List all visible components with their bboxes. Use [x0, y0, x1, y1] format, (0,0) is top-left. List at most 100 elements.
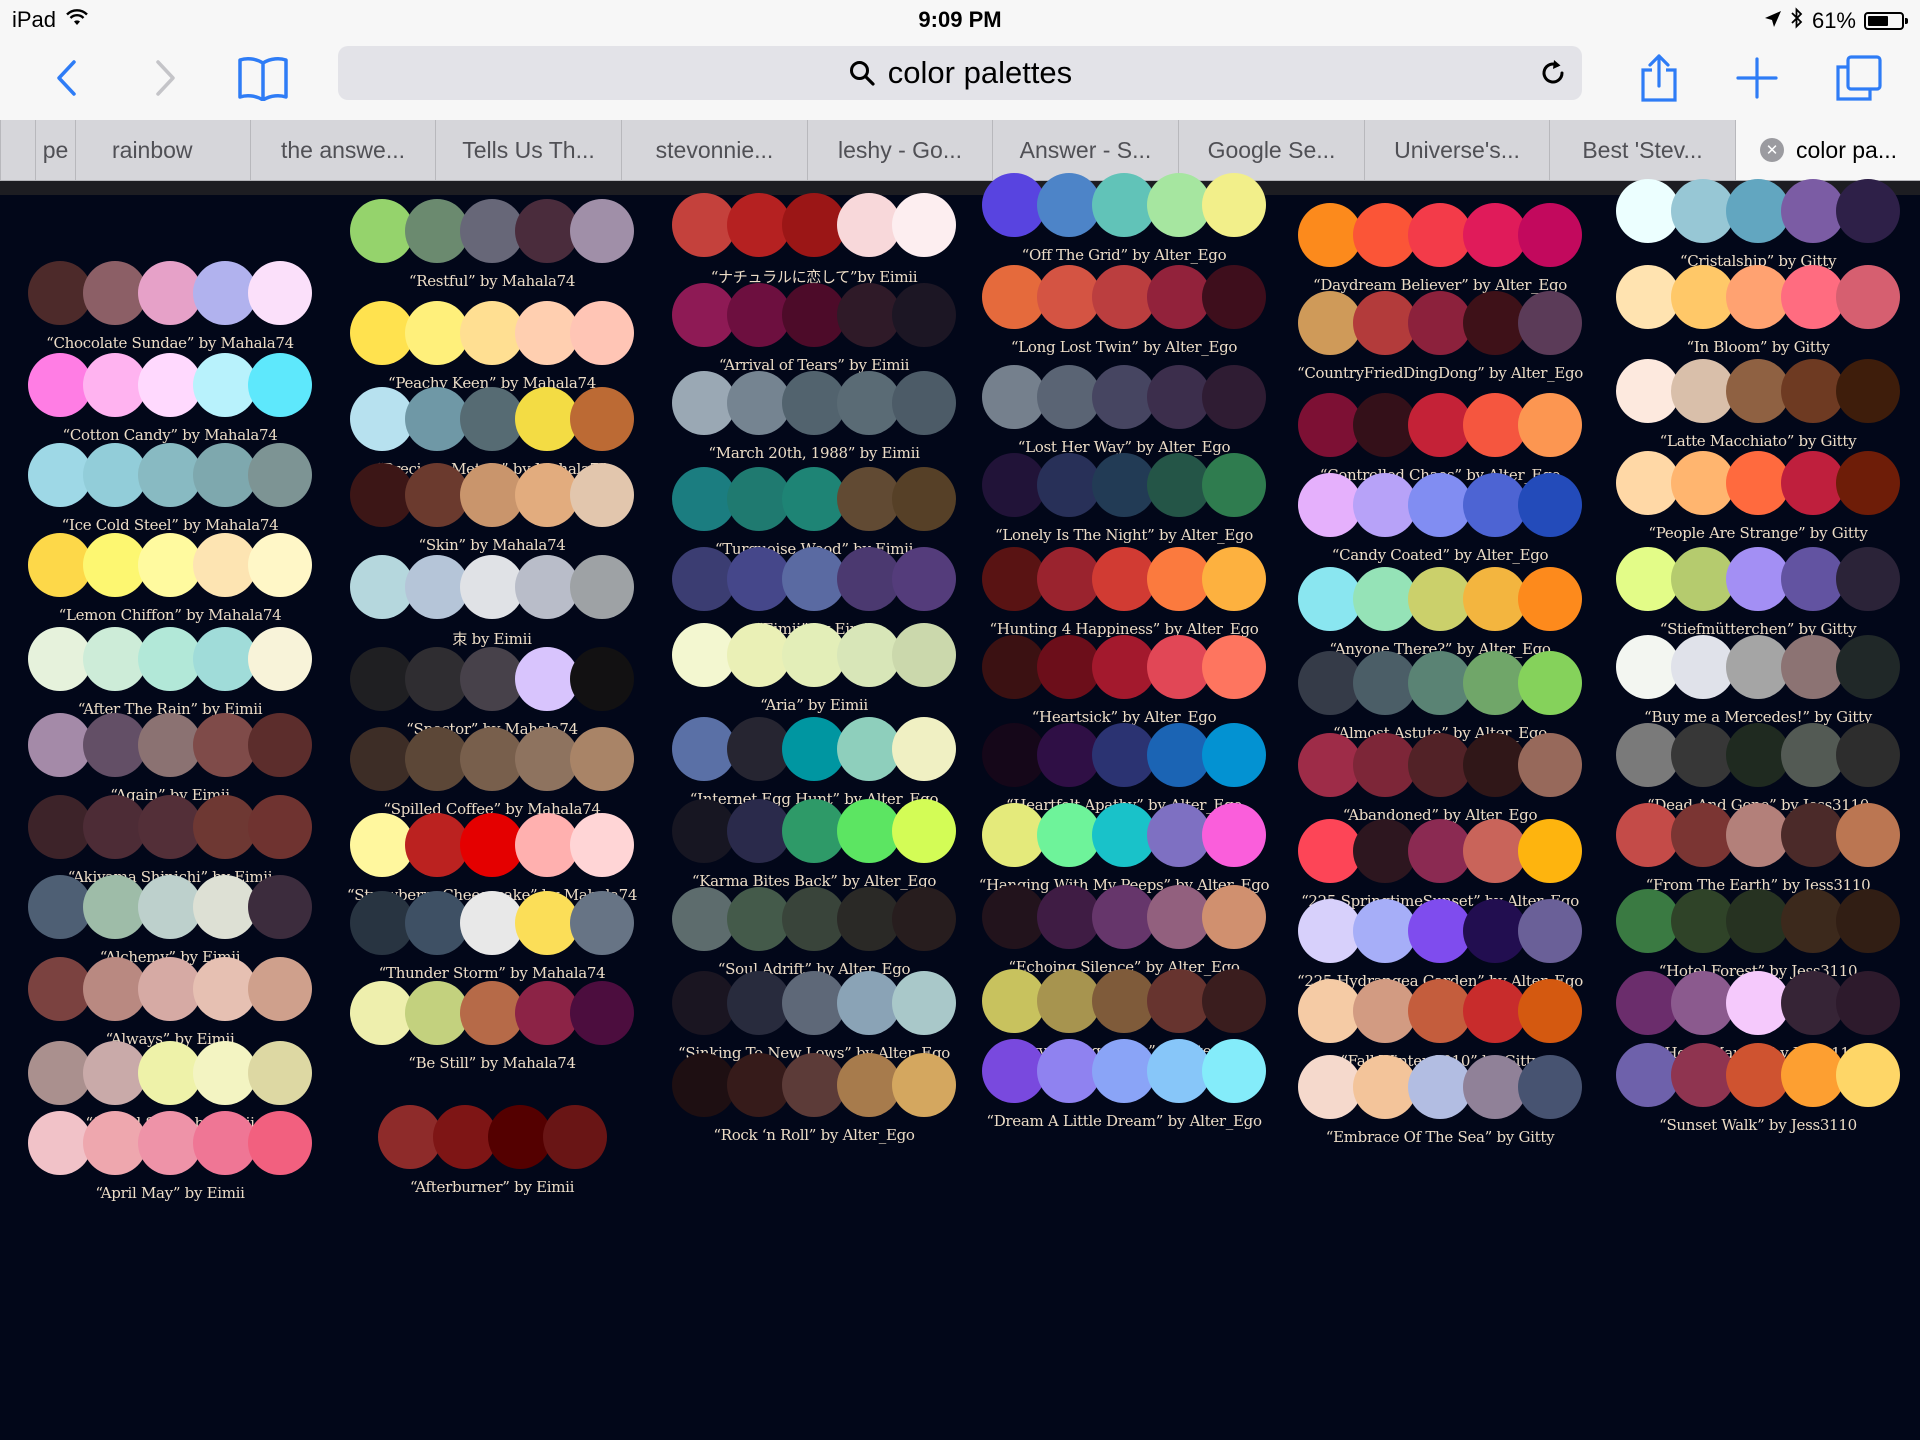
palette-name: “Rock ‘n Roll” by Alter_Ego — [713, 1126, 915, 1144]
palette-name: “CountryFriedDingDong” by Alter_Ego — [1297, 364, 1583, 382]
palette-card: “Echoing Silence” by Alter_Ego — [982, 885, 1266, 981]
swatch-row — [28, 353, 312, 417]
close-tab-icon[interactable]: ✕ — [1760, 138, 1784, 162]
color-swatch — [1518, 1055, 1582, 1119]
swatch-row — [982, 265, 1266, 329]
bookmarks-button[interactable] — [236, 50, 290, 106]
palette-card: “In Bloom” by Gitty — [1616, 265, 1900, 361]
color-swatch — [248, 713, 312, 777]
tab-title: leshy - Go... — [838, 136, 962, 163]
color-swatch — [248, 533, 312, 597]
color-swatch — [432, 1105, 497, 1169]
address-bar[interactable]: color palettes — [338, 46, 1582, 100]
swatch-row — [1298, 473, 1582, 537]
forward-button[interactable] — [146, 50, 186, 106]
palette-name: “Lonely Is The Night” by Alter_Ego — [994, 526, 1254, 544]
palette-card: “Cotton Candy” by Mahala74 — [28, 353, 312, 449]
palette-card: “Be Still” by Mahala74 — [350, 981, 634, 1077]
palette-name: “Chocolate Sundae” by Mahala74 — [46, 334, 294, 352]
palette-name: “Afterburner” by Eimii — [409, 1178, 575, 1196]
color-swatch — [248, 795, 312, 859]
share-button[interactable] — [1636, 50, 1682, 106]
swatch-row — [672, 193, 956, 257]
swatch-row — [1298, 819, 1582, 883]
palette-card: “Latte Macchiato” by Gitty — [1616, 359, 1900, 455]
tab-1[interactable]: pe — [35, 120, 75, 180]
tab-title: pe — [42, 136, 69, 163]
swatch-row — [28, 1111, 312, 1175]
palette-name: “Be Still” by Mahala74 — [408, 1054, 576, 1072]
swatch-row — [28, 533, 312, 597]
page-content: “Chocolate Sundae” by Mahala74 “Cotton Ca… — [0, 173, 1920, 1440]
color-swatch — [1518, 899, 1582, 963]
reload-icon[interactable] — [1538, 58, 1568, 88]
palette-name: “Sunset Walk” by Jess3110 — [1659, 1116, 1857, 1134]
color-swatch — [1518, 733, 1582, 797]
tab-9[interactable]: Universe's... — [1364, 120, 1549, 180]
swatch-row — [982, 885, 1266, 949]
color-swatch — [570, 891, 634, 955]
palette-card: “Embrace Of The Sea” by Gitty — [1298, 1055, 1582, 1151]
swatch-row — [28, 1041, 312, 1105]
color-swatch — [892, 799, 956, 863]
palette-card: “Off The Grid” by Alter_Ego — [982, 173, 1266, 269]
palette-card: “Lonely Is The Night” by Alter_Ego — [982, 453, 1266, 549]
swatch-row — [982, 1039, 1266, 1103]
palette-card: “Skin” by Mahala74 — [350, 463, 634, 559]
bookmarks-icon — [238, 57, 288, 101]
color-swatch — [1202, 885, 1266, 949]
palette-card: “After The Rain” by Eimii — [28, 627, 312, 723]
swatch-row — [982, 723, 1266, 787]
palette-card: “Dream A Little Dream” by Alter_Ego — [982, 1039, 1266, 1135]
new-tab-button[interactable] — [1734, 50, 1780, 106]
swatch-row — [1616, 265, 1900, 329]
color-swatch — [1518, 203, 1582, 267]
tabs-overview-button[interactable] — [1834, 50, 1884, 106]
swatch-row — [1298, 567, 1582, 631]
color-swatch — [892, 371, 956, 435]
palette-name: “Aria” by Eimii — [760, 696, 868, 714]
palette-card: “Lost Her Way” by Alter_Ego — [982, 365, 1266, 461]
palette-card: “Thunder Storm” by Mahala74 — [350, 891, 634, 987]
tab-7[interactable]: Answer - S... — [992, 120, 1178, 180]
swatch-row — [672, 1053, 956, 1117]
swatch-row — [1298, 291, 1582, 355]
swatch-row — [672, 887, 956, 951]
tab-8[interactable]: Google Se... — [1178, 120, 1364, 180]
tab-2[interactable]: rainbow — [75, 120, 250, 180]
swatch-row — [672, 717, 956, 781]
tab-4[interactable]: Tells Us Th... — [435, 120, 621, 180]
tab-active[interactable]: ✕ color pa... — [1735, 120, 1920, 180]
back-button[interactable] — [46, 50, 86, 106]
swatch-row — [672, 467, 956, 531]
palette-card: “Chocolate Sundae” by Mahala74 — [28, 261, 312, 357]
tabs-icon — [1836, 55, 1882, 101]
forward-icon — [156, 60, 175, 96]
color-swatch — [1518, 819, 1582, 883]
palette-name: “Long Lost Twin” by Alter_Ego — [1010, 338, 1238, 356]
swatch-row — [1616, 547, 1900, 611]
color-swatch — [892, 971, 956, 1035]
color-swatch — [1836, 547, 1900, 611]
color-swatch — [1836, 451, 1900, 515]
color-swatch — [1836, 889, 1900, 953]
color-swatch — [1836, 265, 1900, 329]
swatch-row — [1616, 723, 1900, 787]
palette-name: “In Bloom” by Gitty — [1686, 338, 1830, 356]
tab-0[interactable] — [0, 120, 35, 180]
color-swatch — [1518, 651, 1582, 715]
tab-5[interactable]: stevonnie... — [621, 120, 807, 180]
palette-card: “From The Earth” by Jess3110 — [1616, 803, 1900, 899]
swatch-row — [377, 1105, 607, 1169]
color-swatch — [892, 283, 956, 347]
tab-3[interactable]: the answe... — [250, 120, 435, 180]
palette-name: “March 20th, 1988” by Eimii — [708, 444, 920, 462]
tab-title: stevonnie... — [655, 136, 774, 163]
palette-card: “Abandoned” by Alter_Ego — [1298, 733, 1582, 829]
color-swatch — [892, 193, 956, 257]
swatch-row — [982, 635, 1266, 699]
tab-6[interactable]: leshy - Go... — [807, 120, 992, 180]
palette-name: “Thunder Storm” by Mahala74 — [378, 964, 606, 982]
tab-10[interactable]: Best 'Stev... — [1549, 120, 1735, 180]
swatch-row — [1298, 1055, 1582, 1119]
